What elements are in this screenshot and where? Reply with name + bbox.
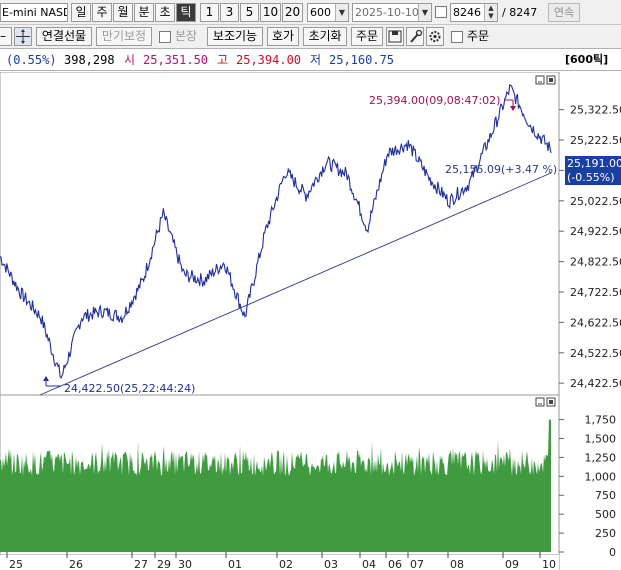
period-tick-button[interactable]: 틱 (176, 3, 196, 22)
chart-svg[interactable]: 25,322.5025,222.5025,122.5025,022.5024,9… (0, 71, 621, 570)
price-tick-label: 24,722.50 (570, 286, 621, 299)
reset-button[interactable]: 초기화 (303, 27, 347, 46)
expiry-adjust-button[interactable]: 만기보정 (96, 27, 152, 46)
price-pane-close-icon[interactable] (546, 75, 556, 85)
date-picker-value: 2025-10-10 (355, 6, 419, 19)
high-value: 25,394.00 (236, 53, 302, 67)
main-session-label: 본장 (175, 29, 198, 43)
volume-tick-label: 750 (595, 489, 616, 502)
chevron-down-icon[interactable]: ▼ (335, 4, 348, 21)
secondary-toolbar: – 연결선물 만기보정 본장 보조기능 호가 초기화 주문 주문 (0, 25, 621, 49)
price-tick-label: 24,822.50 (570, 256, 621, 269)
time-tick-label: 25 (9, 558, 23, 570)
high-label: 고 (217, 53, 229, 67)
time-tick-label: 03 (324, 558, 338, 570)
interval-20-button[interactable]: 20 (282, 3, 303, 22)
hoga-button[interactable]: 호가 (267, 27, 299, 46)
low-value: 25,160.75 (329, 53, 395, 67)
volume-tick-label: 1,000 (585, 470, 617, 483)
count-input[interactable]: 8246 ▲ ▼ (450, 3, 498, 22)
main-toolbar: E-mini NASDA 일 주 월 분 초 틱 1 3 5 10 20 600… (0, 0, 621, 25)
save-icon[interactable] (386, 27, 404, 46)
order-checkbox-label: 주문 (467, 29, 490, 43)
price-tick-label: 25,322.50 (570, 104, 621, 117)
wrench-icon[interactable] (406, 27, 424, 46)
time-tick-label: 29 (157, 558, 171, 570)
period-week-button[interactable]: 주 (92, 3, 112, 22)
period-second-button[interactable]: 초 (155, 3, 175, 22)
main-session-checkbox[interactable] (159, 31, 171, 43)
high-annotation: 25,394.00(09,08:47:02) (369, 94, 500, 107)
indicator-button[interactable]: 보조기능 (207, 27, 263, 46)
volume-value: 398,298 (64, 53, 115, 67)
combined-futures-button[interactable]: 연결선물 (36, 27, 92, 46)
time-tick-label: 26 (69, 558, 83, 570)
minus-icon[interactable]: – (0, 27, 12, 46)
period-label: [600틱] (565, 53, 609, 66)
trendline-annotation: 25,155.09(+3.47 %) (445, 163, 557, 176)
time-tick-label: 10 (542, 558, 556, 570)
volume-tick-label: 1,750 (585, 414, 617, 427)
price-tick-label: 25,022.50 (570, 195, 621, 208)
gear-icon[interactable] (426, 27, 444, 46)
low-label: 저 (310, 53, 322, 67)
period-minute-button[interactable]: 분 (134, 3, 154, 22)
interval-select-value: 600 (310, 6, 331, 19)
date-picker[interactable]: 2025-10-10 ▼ (352, 3, 432, 22)
time-tick-label: 04 (362, 558, 376, 570)
time-tick-label: 02 (279, 558, 293, 570)
period-month-button[interactable]: 월 (113, 3, 133, 22)
volume-tick-label: 1,500 (585, 432, 617, 445)
count-total: / 8247 (502, 6, 538, 19)
symbol-input[interactable]: E-mini NASDA (0, 3, 68, 22)
volume-tick-label: 1,250 (585, 451, 617, 464)
interval-10-button[interactable]: 10 (260, 3, 281, 22)
price-tick-label: 25,222.50 (570, 134, 621, 147)
price-info-bar: (0.55%) 398,298 시 25,351.50 고 25,394.00 … (0, 50, 621, 71)
last-price-change: (-0.55%) (567, 171, 615, 184)
count-input-value: 8246 (453, 6, 481, 19)
change-percent: (0.55%) (6, 53, 57, 67)
volume-pane-close-icon[interactable] (546, 397, 556, 407)
volume-pane-minimize-icon[interactable] (535, 397, 545, 407)
order-checkbox[interactable] (451, 31, 463, 43)
open-label: 시 (124, 53, 136, 67)
time-tick-label: 01 (228, 558, 242, 570)
last-price-value: 25,191.00 (567, 157, 621, 170)
volume-tick-label: 500 (595, 508, 616, 521)
volume-tick-label: 250 (595, 527, 616, 540)
price-tick-label: 24,922.50 (570, 225, 621, 238)
last-price-box: 25,191.00 (-0.55%) (565, 156, 621, 185)
price-pane-minimize-icon[interactable] (535, 75, 545, 85)
time-tick-label: 27 (134, 558, 148, 570)
time-tick-label: 30 (178, 558, 192, 570)
time-tick-label: 06 (388, 558, 402, 570)
price-tick-label: 24,522.50 (570, 347, 621, 360)
order-button[interactable]: 주문 (351, 27, 383, 46)
volume-tick-label: 0 (609, 546, 616, 559)
interval-1-button[interactable]: 1 (200, 3, 219, 22)
continuous-button[interactable]: 연속 (548, 3, 580, 22)
time-tick-label: 08 (450, 558, 464, 570)
time-tick-label: 07 (410, 558, 424, 570)
price-tick-label: 24,622.50 (570, 316, 621, 329)
crosshair-icon[interactable] (14, 27, 32, 46)
low-annotation: 24,422.50(25,22:44:24) (64, 382, 195, 395)
period-day-button[interactable]: 일 (71, 3, 91, 22)
interval-select[interactable]: 600 ▼ (307, 3, 349, 22)
chart-area[interactable]: 25,322.5025,222.5025,122.5025,022.5024,9… (0, 71, 621, 570)
price-pane[interactable] (0, 71, 560, 396)
price-tick-label: 24,422.50 (570, 377, 621, 390)
spinner-icon[interactable]: ▲ ▼ (484, 4, 497, 21)
date-checkbox[interactable] (435, 6, 447, 18)
open-value: 25,351.50 (143, 53, 209, 67)
interval-5-button[interactable]: 5 (240, 3, 259, 22)
chevron-down-icon[interactable]: ▼ (418, 4, 431, 21)
time-tick-label: 09 (505, 558, 519, 570)
volume-axis-ticks: 1,750 1,500 1,250 1,000 750 500 250 0 (559, 414, 616, 559)
interval-3-button[interactable]: 3 (220, 3, 239, 22)
